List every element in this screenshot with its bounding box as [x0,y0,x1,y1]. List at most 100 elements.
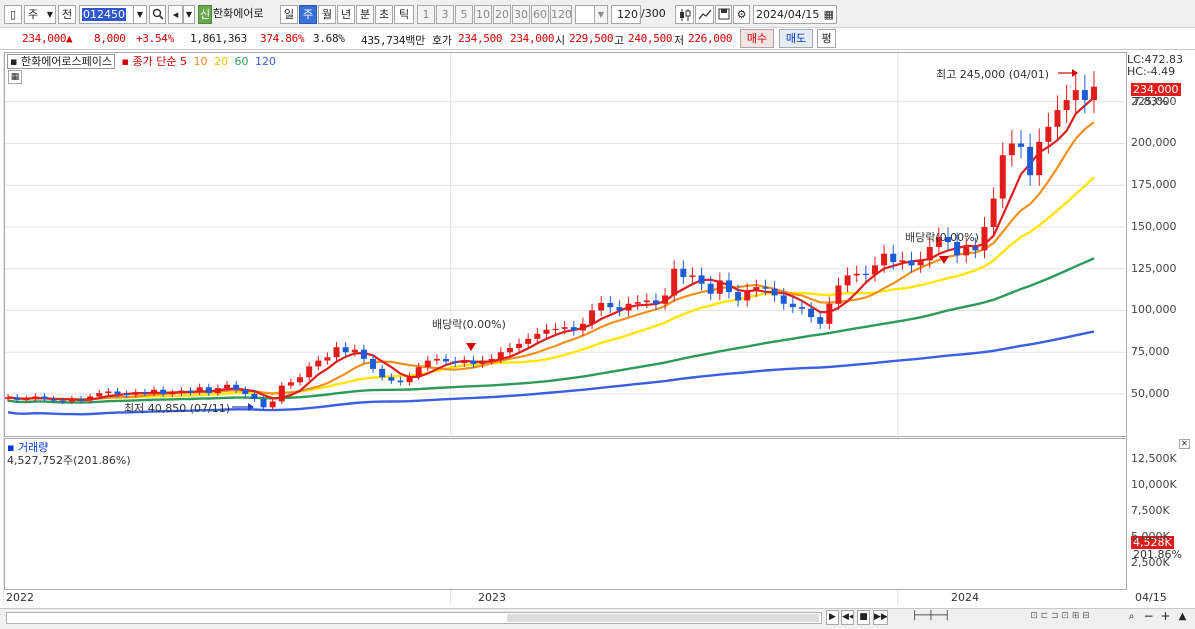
trade-amount: 435,734백만 [361,34,425,47]
low-label: 저 [674,34,684,47]
search-icon[interactable] [149,5,166,24]
interval-30[interactable]: 30 [512,5,530,24]
chevron-down-icon: ▼ [46,10,53,19]
open-price: 229,500 [569,32,614,45]
close-panel-icon[interactable]: ✕ [1179,439,1190,449]
interval-20[interactable]: 20 [493,5,511,24]
stock-code-input[interactable]: 012450 [79,5,134,24]
ma-60-label: 60 [234,55,249,68]
prev-button[interactable]: 전 [58,5,76,24]
chart-line-icon[interactable] [695,5,714,24]
period-year[interactable]: 년 [337,5,355,24]
chevron-down-icon[interactable]: ▼ [133,5,147,24]
magnifier-icon[interactable]: ⌕ [1124,610,1139,625]
ma-label: 종가 단순 [132,55,177,68]
period-second[interactable]: 초 [375,5,393,24]
volume-value: 4,527,752주(201.86%) [7,454,131,467]
volume-tick-label: 7,500K [1131,503,1170,517]
hc-value: HC:-4.49 [1127,65,1176,78]
volume: 1,861,363 [190,32,247,45]
x-label-2022: 2022 [6,591,34,604]
stock-code-value: 012450 [82,8,126,21]
ma-120-label: 120 [254,55,276,68]
price-tick-label: 175,000 [1131,178,1177,192]
dividend-annotation-1: 배당락(0.00%) [432,318,506,331]
fast-forward-icon[interactable]: ▶▶ [873,610,888,625]
interval-60[interactable]: 60 [531,5,549,24]
candle-type-icon[interactable] [675,5,694,24]
count-input[interactable]: 120 [611,5,641,24]
sell-button[interactable]: 매도 [779,29,813,48]
bid-price: 234,000 [510,32,555,45]
data-table-icon[interactable]: ▦ [8,70,22,84]
volume-tick-label: 2,500K [1131,555,1170,569]
price-tick-label: 150,000 [1131,219,1177,233]
zoom-in-icon[interactable]: + [1158,610,1173,625]
bid-label: 호가 [432,34,452,47]
zoom-slider[interactable]: ├──┼──┤ [896,610,966,625]
interval-120[interactable]: 120 [550,5,572,24]
buy-button[interactable]: 매수 [740,29,774,48]
speaker-icon[interactable]: ◂ [168,5,183,24]
chevron-down-icon[interactable]: ▼ [594,5,608,24]
x-end-label: 04/15 [1135,591,1167,604]
price-legend: ▪ 한화에어로스페이스 ▪ 종가 단순 5 10 20 60 120 [7,53,276,69]
up-icon[interactable]: ▲ [1175,610,1190,625]
calendar-icon[interactable]: ▦ [824,6,834,23]
eval-button[interactable]: 평 [817,29,836,48]
up-arrow-icon: ▲ [66,32,73,45]
volume-ratio: 374.86% [260,32,305,45]
price-tick-label: 125,000 [1131,261,1177,275]
gear-icon[interactable]: ⚙ [733,5,750,24]
high-price: 240,500 [628,32,673,45]
ma-20-label: 20 [213,55,228,68]
date-input[interactable]: 2024/04/15 ▦ [753,5,837,24]
period-month[interactable]: 월 [318,5,336,24]
count-max: /300 [641,7,666,20]
legend-stock-name: 한화에어로스페이스 [20,55,113,68]
price-tick-label: 50,000 [1131,386,1170,400]
price-tick-label: 75,000 [1131,345,1170,359]
price-tick-label: 225,000 [1131,94,1177,108]
period-week[interactable]: 주 [299,5,317,24]
stop-icon[interactable]: ■ [857,610,870,625]
interval-10[interactable]: 10 [474,5,492,24]
ma-10-label: 10 [193,55,208,68]
period-minute[interactable]: 분 [356,5,374,24]
dividend-annotation-2: 배당락(0.00%) [905,231,979,244]
save-icon[interactable] [715,5,732,24]
stock-type-label: 주 [28,8,39,21]
interval-3[interactable]: 3 [436,5,454,24]
price-change-pct: +3.54% [136,32,174,45]
rewind-icon[interactable]: ◀◀ [841,610,854,625]
layout-icon[interactable]: ▯ [4,5,22,24]
scroll-right-icon[interactable]: ▶ [826,610,839,625]
open-label: 시 [555,34,565,47]
x-label-2024: 2024 [951,591,979,604]
interval-5[interactable]: 5 [455,5,473,24]
price-change: 8,000 [94,32,126,45]
stock-name-box: ▪ 한화에어로스페이스 [7,54,116,69]
turnover: 3.68% [313,32,345,45]
zoom-out-icon[interactable]: − [1141,610,1156,625]
low-price: 226,000 [688,32,733,45]
new-badge: 신 [198,5,212,24]
ma-5-label: 5 [179,55,187,68]
x-label-2023: 2023 [478,591,506,604]
scroll-thumb[interactable] [507,614,819,622]
high-annotation: 최고 245,000 (04/01) [936,68,1050,81]
price-tick-label: 200,000 [1131,136,1177,150]
chart-scrollbar[interactable] [6,612,822,624]
ask-price: 234,500 [458,32,503,45]
drawing-tools-icon[interactable]: ⊡ ⊏ ⊐ ⊡ ⊞ ⊟ [1000,610,1120,625]
period-day[interactable]: 일 [280,5,298,24]
price-tick-label: 100,000 [1131,303,1177,317]
volume-chart-panel[interactable] [4,438,1127,590]
volume-tick-label: 5,000K [1131,529,1170,543]
period-tick[interactable]: 틱 [394,5,414,24]
volume-tick-label: 12,500K [1131,451,1177,465]
stock-type-select[interactable]: 주 ▼ [24,5,56,24]
date-value: 2024/04/15 [756,8,820,21]
chevron-down-icon[interactable]: ▼ [183,5,195,24]
interval-1[interactable]: 1 [417,5,435,24]
